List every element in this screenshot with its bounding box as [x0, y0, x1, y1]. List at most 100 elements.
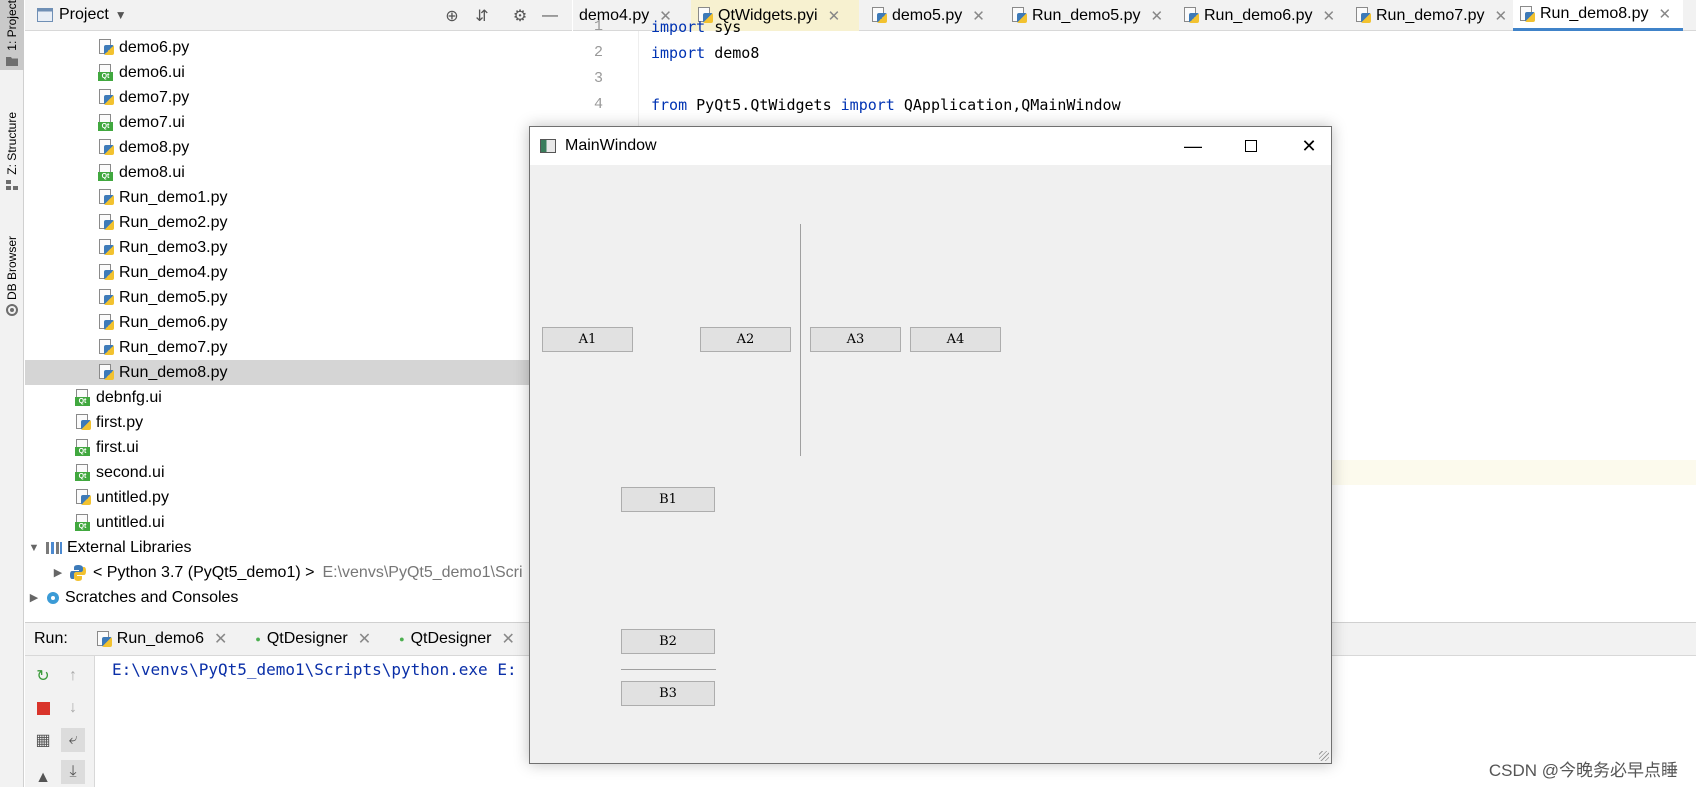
window-title-bar[interactable]: MainWindow — ✕ [530, 127, 1331, 165]
run-tab-label: Run_demo6 [116, 630, 204, 647]
stop-icon[interactable] [31, 696, 55, 720]
layout-icon[interactable]: ▦ [31, 728, 55, 752]
arrow-up-icon[interactable]: ↑ [61, 664, 85, 688]
run-tab-qtdesigner[interactable]: ● QtDesigner ✕ [255, 629, 371, 649]
project-tool-tab-label: 1: Project [5, 0, 19, 51]
tree-item-debnfg-ui[interactable]: Qt debnfg.ui [25, 385, 572, 410]
python-file-icon [98, 339, 114, 356]
collapse-all-icon[interactable]: ⇵ [473, 7, 491, 25]
line-number: 4 [593, 96, 603, 113]
python-file-icon [98, 39, 114, 56]
chevron-right-icon[interactable]: ▶ [27, 591, 41, 604]
close-icon[interactable]: ✕ [828, 7, 841, 25]
button-b1[interactable]: B1 [621, 487, 715, 512]
python-file-icon [98, 314, 114, 331]
tree-item-demo8-ui[interactable]: Qt demo8.ui [25, 160, 572, 185]
button-a3[interactable]: A3 [810, 327, 901, 352]
chevron-down-icon[interactable]: ▼ [27, 542, 41, 554]
tree-item-python-interpreter[interactable]: ▶ < Python 3.7 (PyQt5_demo1) > E:\venvs\… [25, 560, 572, 585]
run-tab-run-demo6[interactable]: Run_demo6 ✕ [96, 629, 227, 649]
button-a4[interactable]: A4 [910, 327, 1001, 352]
tree-item-demo7-py[interactable]: demo7.py [25, 85, 572, 110]
run-tab-qtdesigner-2[interactable]: ● QtDesigner ✕ [399, 629, 515, 649]
button-b2[interactable]: B2 [621, 629, 715, 654]
scroll-to-end-icon[interactable]: ⤓ [61, 760, 85, 784]
close-icon[interactable]: ✕ [1151, 7, 1164, 25]
project-tool-tab[interactable]: 1: Project [0, 0, 24, 70]
qt-ui-file-icon: Qt [98, 164, 114, 181]
code-line: import sys [651, 18, 742, 36]
gear-icon[interactable]: ⚙ [511, 7, 529, 25]
tree-item-external-libraries[interactable]: ▼ External Libraries [25, 535, 572, 560]
button-a2[interactable]: A2 [700, 327, 791, 352]
db-browser-tool-tab[interactable]: DB Browser [0, 236, 24, 331]
tree-item-first-py[interactable]: first.py [25, 410, 572, 435]
pin-icon[interactable]: ▲ [31, 766, 55, 790]
project-view-selector[interactable]: Project ▼ [37, 6, 127, 24]
scratches-icon [47, 591, 59, 604]
close-icon[interactable]: ✕ [358, 629, 371, 649]
tree-item-run-demo5-py[interactable]: Run_demo5.py [25, 285, 572, 310]
tree-item-first-ui[interactable]: Qt first.ui [25, 435, 572, 460]
tree-item-demo6-ui[interactable]: Qt demo6.ui [25, 60, 572, 85]
project-panel-title: Project [59, 6, 109, 23]
button-a1[interactable]: A1 [542, 327, 633, 352]
run-label: Run: [34, 630, 68, 647]
tree-item-label: Run_demo3.py [119, 238, 228, 256]
editor-tab-run-demo8[interactable]: Run_demo8.py ✕ [1513, 0, 1683, 31]
close-icon[interactable]: ✕ [972, 7, 985, 25]
tree-item-label: untitled.ui [96, 513, 165, 531]
tree-item-label: demo6.ui [119, 63, 185, 81]
editor-tab-run-demo7[interactable]: Run_demo7.py ✕ [1349, 0, 1507, 31]
close-icon[interactable]: ✕ [1323, 7, 1336, 25]
button-b3[interactable]: B3 [621, 681, 715, 706]
editor-tab-label: Run_demo6.py [1204, 6, 1313, 24]
tree-item-run-demo1-py[interactable]: Run_demo1.py [25, 185, 572, 210]
maximize-icon[interactable] [1222, 127, 1280, 165]
editor-tab-label: Run_demo7.py [1376, 6, 1485, 24]
run-tab-label: QtDesigner [410, 630, 492, 647]
close-icon[interactable]: ✕ [1495, 7, 1508, 25]
structure-tool-tab[interactable]: Z: Structure [0, 112, 24, 207]
tree-item-label: demo7.py [119, 88, 190, 106]
chevron-right-icon[interactable]: ▶ [51, 566, 65, 579]
close-icon[interactable]: ✕ [1659, 5, 1672, 23]
tree-item-run-demo3-py[interactable]: Run_demo3.py [25, 235, 572, 260]
qt-ui-file-icon: Qt [75, 389, 91, 406]
editor-tab-demo5[interactable]: demo5.py ✕ [865, 0, 985, 31]
tree-item-demo6-py[interactable]: demo6.py [25, 35, 572, 60]
resize-grip[interactable] [1319, 751, 1329, 761]
tree-item-run-demo8-py[interactable]: Run_demo8.py [25, 360, 572, 385]
tree-item-run-demo4-py[interactable]: Run_demo4.py [25, 260, 572, 285]
locate-icon[interactable]: ⊕ [443, 7, 461, 25]
qt-ui-file-icon: Qt [75, 464, 91, 481]
arrow-down-icon[interactable]: ↓ [61, 696, 85, 720]
tree-item-run-demo7-py[interactable]: Run_demo7.py [25, 335, 572, 360]
rerun-icon[interactable]: ↻ [31, 664, 55, 688]
minimize-panel-icon[interactable]: — [541, 7, 559, 25]
close-icon[interactable]: ✕ [214, 629, 227, 649]
editor-tab-run-demo6[interactable]: Run_demo6.py ✕ [1177, 0, 1335, 31]
qt-ui-file-icon: Qt [75, 514, 91, 531]
minimize-icon[interactable]: — [1164, 127, 1222, 165]
structure-tool-tab-label: Z: Structure [5, 112, 19, 175]
tree-item-label: Run_demo6.py [119, 313, 228, 331]
tree-item-run-demo6-py[interactable]: Run_demo6.py [25, 310, 572, 335]
python-logo-icon [70, 564, 86, 581]
tree-item-untitled-ui[interactable]: Qt untitled.ui [25, 510, 572, 535]
editor-tab-run-demo5[interactable]: Run_demo5.py ✕ [1005, 0, 1163, 31]
app-icon [540, 139, 556, 153]
tree-item-demo7-ui[interactable]: Qt demo7.ui [25, 110, 572, 135]
tree-item-scratches[interactable]: ▶ Scratches and Consoles [25, 585, 572, 610]
project-panel-header: Project ▼ ⊕ ⇵ ⚙ — [25, 0, 572, 31]
python-interpreter-label: < Python 3.7 (PyQt5_demo1) > [93, 563, 315, 581]
close-icon[interactable]: ✕ [1280, 127, 1338, 165]
close-icon[interactable]: ✕ [502, 629, 515, 649]
soft-wrap-icon[interactable]: ⤶ [61, 728, 85, 752]
tree-item-demo8-py[interactable]: demo8.py [25, 135, 572, 160]
tree-item-label: untitled.py [96, 488, 169, 506]
tree-item-second-ui[interactable]: Qt second.ui [25, 460, 572, 485]
python-file-icon [96, 630, 112, 648]
tree-item-untitled-py[interactable]: untitled.py [25, 485, 572, 510]
tree-item-run-demo2-py[interactable]: Run_demo2.py [25, 210, 572, 235]
